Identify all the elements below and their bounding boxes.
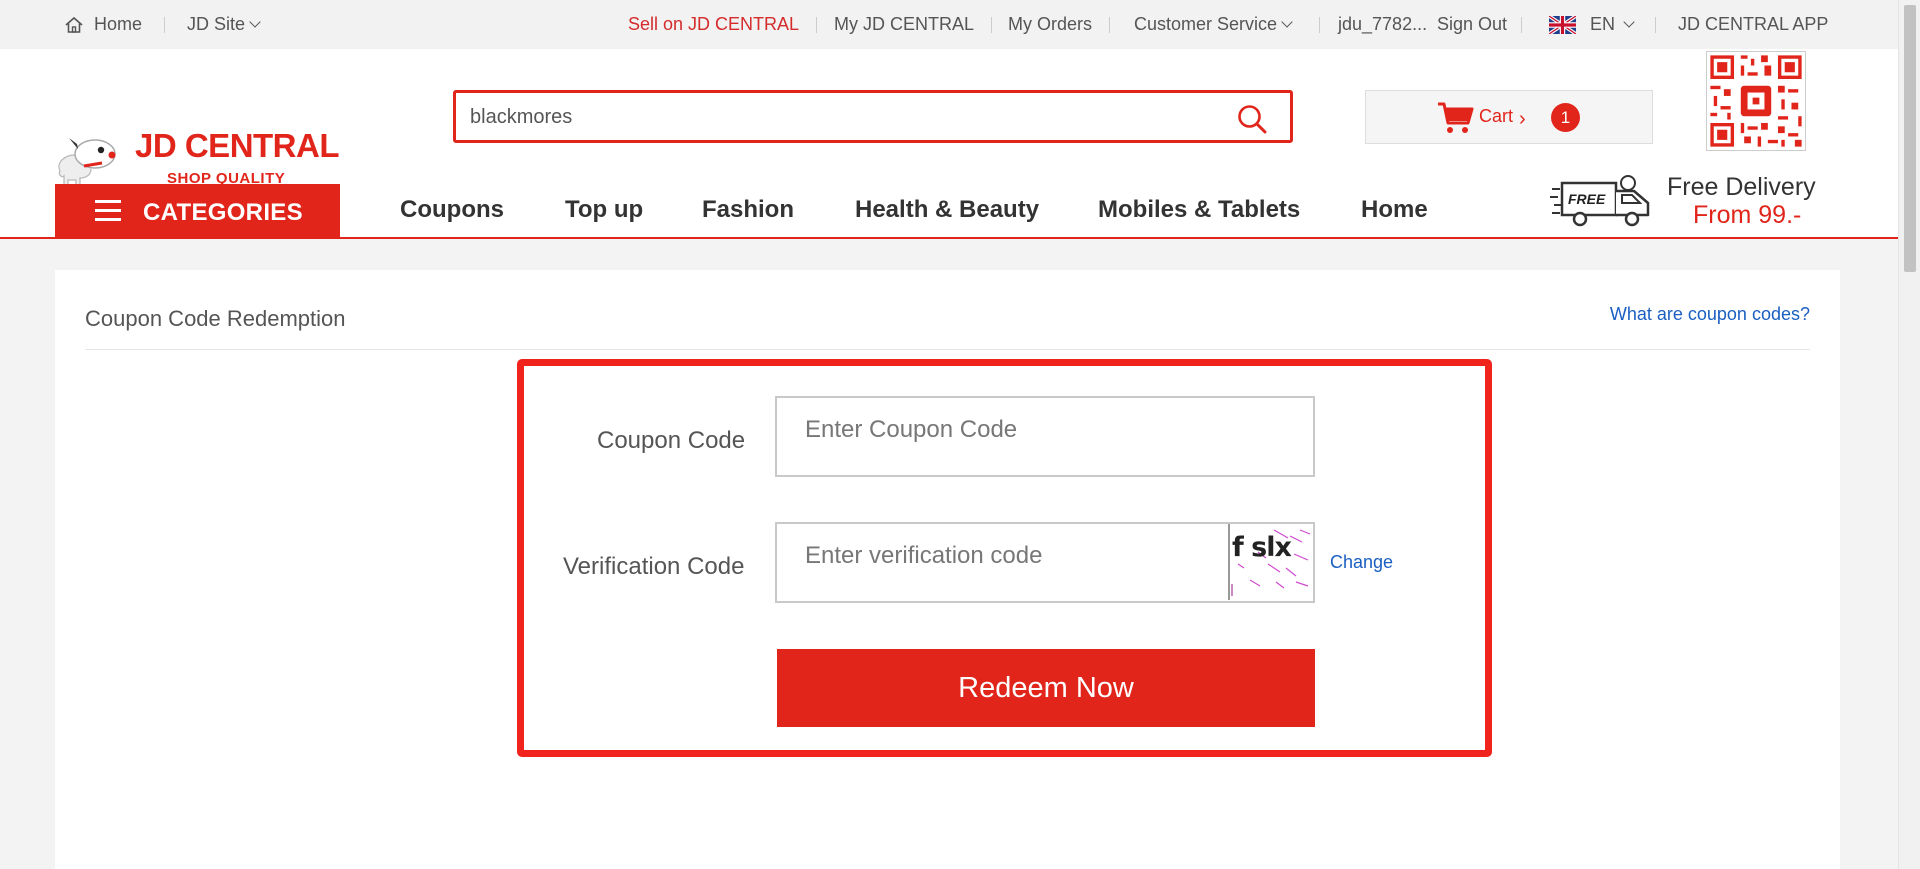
search-box [453, 90, 1293, 143]
divider [816, 17, 817, 33]
divider [1109, 17, 1110, 33]
coupon-code-input[interactable] [805, 416, 1185, 444]
divider [1655, 17, 1656, 33]
divider [1521, 17, 1522, 33]
coupon-code-field [775, 396, 1315, 477]
my-orders-link[interactable]: My Orders [1008, 14, 1092, 35]
jd-site-label: JD Site [187, 14, 246, 34]
language-label: EN [1590, 14, 1616, 34]
app-qr-code [1706, 51, 1806, 151]
qr-code-icon [1707, 52, 1805, 150]
nav-item-top-up[interactable]: Top up [565, 196, 643, 224]
verification-code-input[interactable] [805, 542, 1205, 570]
chevron-down-icon [249, 16, 261, 28]
sell-link[interactable]: Sell on JD CENTRAL [628, 14, 799, 35]
free-delivery-threshold: From 99.- [1693, 201, 1802, 229]
customer-service-dropdown[interactable]: Customer Service [1134, 14, 1293, 35]
verification-code-label: Verification Code [563, 553, 745, 580]
site-header: JD CENTRAL SHOP QUALITY Cart › 1 [0, 49, 1898, 239]
app-link[interactable]: JD CENTRAL APP [1678, 14, 1828, 35]
nav-item-mobiles-tablets[interactable]: Mobiles & Tablets [1098, 196, 1300, 224]
customer-service-label: Customer Service [1134, 14, 1278, 34]
chevron-down-icon [1623, 16, 1635, 28]
nav-item-fashion[interactable]: Fashion [702, 196, 794, 224]
categories-label: CATEGORIES [143, 199, 303, 226]
my-account-link[interactable]: My JD CENTRAL [834, 14, 974, 35]
home-icon [65, 16, 83, 33]
free-delivery-banner: FREE Free Delivery From 99.- [1550, 173, 1830, 233]
search-input[interactable] [470, 103, 1210, 131]
coupon-help-link[interactable]: What are coupon codes? [1610, 304, 1810, 325]
cart-button[interactable]: Cart › 1 [1365, 90, 1653, 144]
divider [1319, 17, 1320, 33]
scrollbar-thumb[interactable] [1904, 5, 1916, 272]
verification-code-field: f slx [775, 522, 1315, 603]
logo-brand-text: JD CENTRAL [135, 127, 340, 164]
chevron-right-icon: › [1519, 108, 1526, 130]
jd-site-dropdown[interactable]: JD Site [187, 14, 261, 35]
divider [991, 17, 992, 33]
cart-icon [1438, 102, 1474, 133]
hamburger-menu-icon [95, 200, 121, 221]
page-scrollbar[interactable] [1898, 0, 1920, 869]
search-icon[interactable] [1236, 103, 1268, 135]
free-badge-text: FREE [1568, 191, 1606, 207]
title-divider [85, 349, 1810, 350]
cart-label: Cart [1479, 106, 1514, 126]
redeem-now-button[interactable]: Redeem Now [777, 649, 1315, 727]
coupon-code-label: Coupon Code [597, 427, 746, 454]
language-dropdown[interactable]: EN [1549, 14, 1635, 35]
nav-item-home[interactable]: Home [1361, 196, 1428, 224]
top-bar: Home JD Site Sell on JD CENTRAL My JD CE… [0, 0, 1898, 49]
coupon-redemption-panel: Coupon Code Redemption What are coupon c… [55, 270, 1840, 869]
free-delivery-title: Free Delivery [1667, 173, 1816, 201]
uk-flag-icon [1549, 15, 1576, 34]
captcha-image: f slx [1228, 524, 1313, 600]
captcha-text: f slx [1232, 532, 1292, 563]
home-link[interactable]: Home [64, 14, 142, 35]
home-label: Home [94, 14, 143, 34]
page-title: Coupon Code Redemption [85, 306, 346, 331]
categories-button[interactable]: CATEGORIES [55, 184, 340, 239]
chevron-down-icon [1281, 16, 1293, 28]
jd-central-logo[interactable]: JD CENTRAL SHOP QUALITY [54, 91, 340, 191]
change-captcha-link[interactable]: Change [1330, 552, 1393, 573]
cart-count-badge: 1 [1551, 103, 1580, 132]
username-link[interactable]: jdu_7782... [1338, 14, 1427, 35]
nav-item-health-beauty[interactable]: Health & Beauty [855, 196, 1039, 224]
divider [164, 17, 165, 33]
nav-item-coupons[interactable]: Coupons [400, 196, 504, 224]
sign-out-link[interactable]: Sign Out [1437, 14, 1507, 35]
